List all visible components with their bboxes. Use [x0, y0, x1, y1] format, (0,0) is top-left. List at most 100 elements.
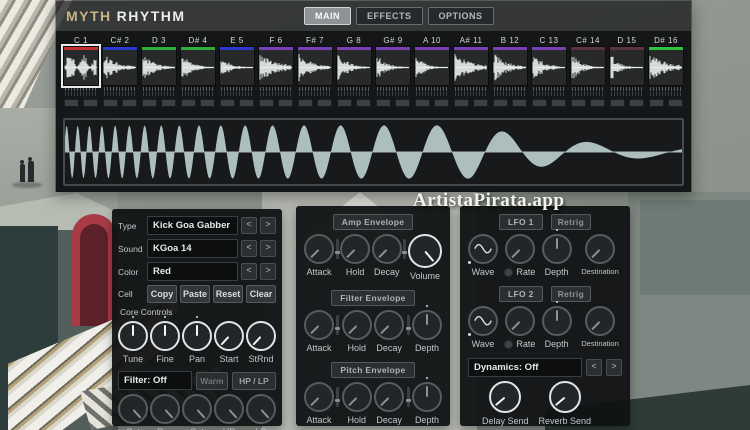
- sound-next-button[interactable]: >: [260, 240, 276, 257]
- cell-mini-button[interactable]: [317, 99, 332, 107]
- cell-mini-button[interactable]: [415, 99, 430, 107]
- reset-button[interactable]: Reset: [213, 285, 243, 303]
- mod-amount-slider[interactable]: [335, 387, 341, 407]
- start-knob[interactable]: [214, 321, 244, 351]
- drum-cell[interactable]: C# 14: [570, 36, 606, 115]
- cell-mini-button[interactable]: [298, 99, 313, 107]
- cell-mini-button[interactable]: [103, 99, 118, 107]
- tab-effects[interactable]: EFFECTS: [356, 7, 423, 25]
- hold-knob[interactable]: [341, 310, 372, 340]
- retrig-button[interactable]: Retrig: [550, 214, 591, 230]
- cell-waveform-thumb[interactable]: [180, 46, 216, 86]
- pan-knob[interactable]: [182, 316, 212, 351]
- cell-mini-button[interactable]: [200, 99, 215, 107]
- drum-cell[interactable]: D 3: [141, 36, 177, 115]
- paste-button[interactable]: Paste: [180, 285, 210, 303]
- lp-knob[interactable]: [246, 394, 276, 424]
- mod-amount-slider[interactable]: [335, 315, 341, 335]
- drum-cell[interactable]: G# 9: [375, 36, 411, 115]
- cell-waveform-thumb[interactable]: [297, 46, 333, 86]
- envelope-header-button[interactable]: Amp Envelope: [332, 214, 414, 230]
- tab-options[interactable]: OPTIONS: [427, 7, 494, 25]
- drum-cell[interactable]: B 12: [492, 36, 528, 115]
- cell-mini-button[interactable]: [83, 99, 98, 107]
- cell-mini-button[interactable]: [142, 99, 157, 107]
- depth-knob[interactable]: [541, 229, 572, 264]
- lfo-header-button[interactable]: LFO 2: [499, 286, 543, 302]
- lfo-header-button[interactable]: LFO 1: [499, 214, 543, 230]
- sat-knob[interactable]: [182, 394, 212, 424]
- cell-mini-button[interactable]: [649, 99, 664, 107]
- rate-knob[interactable]: [504, 306, 535, 336]
- cell-mini-button[interactable]: [376, 99, 391, 107]
- cell-mini-button[interactable]: [356, 99, 371, 107]
- mod-amount-slider[interactable]: [405, 387, 411, 407]
- cell-mini-button[interactable]: [337, 99, 352, 107]
- reverb-send-knob[interactable]: [548, 381, 581, 413]
- cell-waveform-thumb[interactable]: [570, 46, 606, 86]
- color-next-button[interactable]: >: [260, 263, 276, 280]
- strnd-knob[interactable]: [246, 321, 276, 351]
- sound-prev-button[interactable]: <: [241, 240, 257, 257]
- type-prev-button[interactable]: <: [241, 217, 257, 234]
- cell-mini-button[interactable]: [551, 99, 566, 107]
- cell-waveform-thumb[interactable]: [219, 46, 255, 86]
- drum-cell[interactable]: F# 7: [297, 36, 333, 115]
- destination-knob[interactable]: [585, 306, 615, 336]
- drum-cell[interactable]: A# 11: [453, 36, 489, 115]
- hp-knob[interactable]: [214, 394, 244, 424]
- cell-mini-button[interactable]: [668, 99, 683, 107]
- rate-knob[interactable]: [504, 234, 535, 264]
- cell-mini-button[interactable]: [64, 99, 79, 107]
- envelope-header-button[interactable]: Pitch Envelope: [331, 362, 415, 378]
- drum-cell[interactable]: D# 16: [648, 36, 684, 115]
- cell-mini-button[interactable]: [278, 99, 293, 107]
- depth-knob[interactable]: [411, 377, 442, 412]
- cell-waveform-thumb[interactable]: [336, 46, 372, 86]
- type-next-button[interactable]: >: [260, 217, 276, 234]
- dynamics-prev-button[interactable]: <: [586, 359, 602, 376]
- tab-main[interactable]: MAIN: [304, 7, 351, 25]
- cell-mini-button[interactable]: [610, 99, 625, 107]
- cell-mini-button[interactable]: [220, 99, 235, 107]
- cell-mini-button[interactable]: [395, 99, 410, 107]
- cut-knob[interactable]: [118, 394, 148, 424]
- attack-knob[interactable]: [304, 310, 334, 340]
- res-knob[interactable]: [150, 394, 180, 424]
- volume-knob[interactable]: [407, 234, 442, 268]
- hold-knob[interactable]: [341, 382, 372, 412]
- hold-knob[interactable]: [340, 234, 371, 264]
- drum-cell[interactable]: D# 4: [180, 36, 216, 115]
- dynamics-field[interactable]: Dynamics: Off: [468, 358, 582, 377]
- delay-send-knob[interactable]: [489, 381, 522, 413]
- drum-cell[interactable]: C# 2: [102, 36, 138, 115]
- wave-knob[interactable]: [468, 306, 498, 336]
- cell-mini-button[interactable]: [473, 99, 488, 107]
- color-field[interactable]: Red: [147, 262, 238, 281]
- clear-button[interactable]: Clear: [246, 285, 276, 303]
- fine-knob[interactable]: [150, 316, 180, 351]
- copy-button[interactable]: Copy: [147, 285, 177, 303]
- destination-knob[interactable]: [585, 234, 615, 264]
- cell-mini-button[interactable]: [259, 99, 274, 107]
- drum-cell[interactable]: A 10: [414, 36, 450, 115]
- cell-mini-button[interactable]: [454, 99, 469, 107]
- drum-cell[interactable]: G 8: [336, 36, 372, 115]
- cell-waveform-thumb[interactable]: [531, 46, 567, 86]
- cell-mini-button[interactable]: [239, 99, 254, 107]
- tune-knob[interactable]: [118, 316, 148, 351]
- warm-button[interactable]: Warm: [196, 371, 228, 390]
- decay-knob[interactable]: [374, 382, 405, 412]
- cell-mini-button[interactable]: [590, 99, 605, 107]
- dynamics-next-button[interactable]: >: [606, 359, 622, 376]
- drum-cell[interactable]: E 5: [219, 36, 255, 115]
- attack-knob[interactable]: [304, 382, 334, 412]
- filter-mode-field[interactable]: Filter: Off: [118, 371, 192, 390]
- cell-mini-button[interactable]: [571, 99, 586, 107]
- cell-waveform-thumb[interactable]: [375, 46, 411, 86]
- cell-waveform-thumb[interactable]: [453, 46, 489, 86]
- mod-amount-slider[interactable]: [405, 315, 411, 335]
- cell-waveform-thumb[interactable]: [102, 46, 138, 86]
- type-field[interactable]: Kick Goa Gabber: [147, 216, 238, 235]
- cell-mini-button[interactable]: [512, 99, 527, 107]
